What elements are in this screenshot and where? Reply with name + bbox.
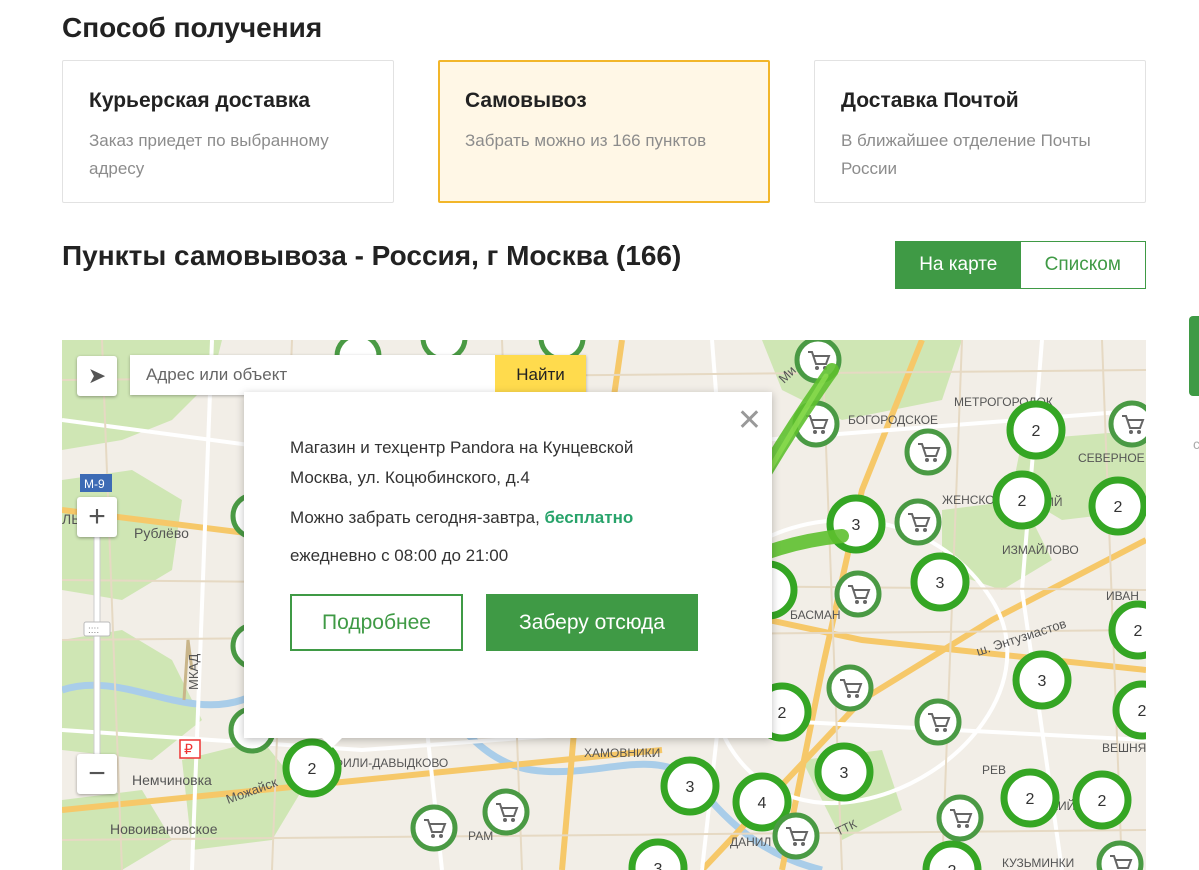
- cluster-marker[interactable]: 2: [992, 470, 1052, 530]
- pickup-point-popup: ✕ Магазин и техцентр Pandora на Кунцевск…: [244, 392, 772, 738]
- cart-icon[interactable]: [826, 664, 874, 712]
- svg-text:2: 2: [308, 761, 317, 778]
- cart-icon[interactable]: [1096, 840, 1144, 870]
- popup-tail: [320, 736, 344, 748]
- cluster-marker[interactable]: 3: [660, 756, 720, 816]
- map-search: Адрес или объект Найти: [130, 355, 586, 395]
- cluster-marker[interactable]: 2: [1006, 400, 1066, 460]
- cluster-marker[interactable]: 3: [814, 742, 874, 802]
- map-label: ЖЕНСКО: [942, 493, 995, 507]
- svg-text:2: 2: [1138, 703, 1146, 720]
- map-label: БАСМАН: [790, 608, 841, 622]
- map-label: КУЗЬМИНКИ: [1002, 856, 1074, 870]
- map-label: М-9: [84, 477, 105, 491]
- cart-icon[interactable]: [904, 428, 952, 476]
- delivery-option-title: Доставка Почтой: [841, 89, 1019, 112]
- view-list-button[interactable]: Списком: [1020, 242, 1145, 288]
- cluster-marker[interactable]: 2: [922, 840, 982, 870]
- map-label: Новоивановское: [110, 821, 218, 837]
- side-scroll-tab[interactable]: [1189, 316, 1199, 396]
- map-label: Рублёво: [134, 525, 189, 541]
- svg-text:::::: ::::: [88, 625, 99, 636]
- view-toggle: На карте Списком: [895, 241, 1146, 289]
- cart-icon[interactable]: [834, 570, 882, 618]
- zoom-out-icon[interactable]: −: [77, 754, 117, 794]
- map-label: ВЕШНЯ: [1102, 741, 1146, 755]
- svg-text:2: 2: [1032, 423, 1041, 440]
- point-address: Москва, ул. Коцюбинского, д.4: [290, 468, 530, 487]
- map-label: РАМ: [468, 829, 493, 843]
- zoom-in-icon[interactable]: +: [77, 497, 117, 537]
- cluster-marker[interactable]: 2: [1112, 680, 1146, 740]
- pickup-time-text: Можно забрать сегодня-завтра,: [290, 508, 540, 527]
- details-button[interactable]: Подробнее: [290, 594, 463, 651]
- delivery-option-post[interactable]: Доставка Почтой В ближайшее отделение По…: [814, 60, 1146, 203]
- section-title: Способ получения: [62, 12, 323, 43]
- cart-icon[interactable]: [1108, 400, 1146, 448]
- metro-icon: ₽: [179, 739, 201, 759]
- svg-text:₽: ₽: [184, 741, 193, 757]
- delivery-option-desc: Забрать можно из 166 пунктов: [465, 131, 707, 150]
- map-label: ХАМОВНИКИ: [584, 746, 660, 760]
- side-dot-icon: c: [1193, 436, 1199, 452]
- svg-text:2: 2: [1026, 791, 1035, 808]
- cluster-marker[interactable]: 3: [628, 838, 688, 870]
- cluster-marker[interactable]: 2: [1088, 476, 1146, 536]
- cart-icon[interactable]: [936, 794, 984, 842]
- map-label: ФИЛИ-ДАВЫДКОВО: [334, 756, 448, 770]
- map-search-button[interactable]: Найти: [495, 355, 586, 395]
- map-label: СЕВЕРНОЕ ИЗМАЙЛОВО: [1078, 450, 1146, 465]
- map-label: ИЗМАЙЛОВО: [1002, 542, 1079, 557]
- map-search-input[interactable]: Адрес или объект: [130, 355, 495, 395]
- cart-icon[interactable]: [410, 804, 458, 852]
- cluster-marker[interactable]: 3: [1012, 650, 1072, 710]
- pickup-points-title: Пункты самовывоза - Россия, г Москва (16…: [62, 240, 682, 271]
- map-label: МКАД: [186, 653, 201, 690]
- cluster-marker[interactable]: 3: [910, 552, 970, 612]
- cart-icon[interactable]: [914, 698, 962, 746]
- cluster-marker[interactable]: 2: [282, 738, 342, 798]
- cluster-marker[interactable]: 2: [1072, 770, 1132, 830]
- svg-text:2: 2: [778, 705, 787, 722]
- locate-arrow-icon[interactable]: ➤: [77, 356, 117, 396]
- close-icon[interactable]: ✕: [737, 406, 762, 436]
- delivery-option-desc: Заказ приедет по выбранному адресу: [89, 131, 329, 178]
- map-label: РЕВ: [982, 763, 1006, 777]
- point-hours: ежедневно с 08:00 до 21:00: [290, 546, 509, 565]
- delivery-option-title: Курьерская доставка: [89, 89, 311, 112]
- map-label: БОГОРОДСКОЕ: [848, 413, 938, 427]
- map-label: ДАНИЛ: [730, 835, 771, 849]
- svg-text:2: 2: [1134, 623, 1143, 640]
- svg-text:3: 3: [840, 765, 849, 782]
- svg-text:4: 4: [758, 795, 767, 812]
- svg-text:2: 2: [948, 863, 957, 870]
- map-label: Немчиновка: [132, 772, 212, 788]
- cart-icon[interactable]: [772, 812, 820, 860]
- delivery-option-title: Самовывоз: [465, 89, 587, 112]
- svg-text:2: 2: [1018, 493, 1027, 510]
- svg-text:2: 2: [1098, 793, 1107, 810]
- svg-text:3: 3: [654, 861, 663, 870]
- delivery-option-pickup[interactable]: Самовывоз Забрать можно из 166 пунктов: [438, 60, 770, 203]
- pick-here-button[interactable]: Заберу отсюда: [486, 594, 698, 651]
- svg-text:3: 3: [852, 517, 861, 534]
- delivery-option-courier[interactable]: Курьерская доставка Заказ приедет по выб…: [62, 60, 394, 203]
- svg-text:2: 2: [1114, 499, 1123, 516]
- cart-icon[interactable]: [894, 498, 942, 546]
- view-map-button[interactable]: На карте: [896, 242, 1021, 288]
- cluster-marker[interactable]: 2: [1000, 768, 1060, 828]
- pickup-availability: Можно забрать сегодня-завтра, бесплатно: [290, 508, 633, 528]
- cart-icon[interactable]: [482, 788, 530, 836]
- pickup-price: бесплатно: [544, 508, 634, 527]
- svg-text:3: 3: [1038, 673, 1047, 690]
- delivery-option-desc: В ближайшее отделение Почты России: [841, 131, 1091, 178]
- svg-text:3: 3: [686, 779, 695, 796]
- svg-text:3: 3: [936, 575, 945, 592]
- cluster-marker[interactable]: 2: [1108, 600, 1146, 660]
- point-name: Магазин и техцентр Pandora на Кунцевской: [290, 438, 634, 457]
